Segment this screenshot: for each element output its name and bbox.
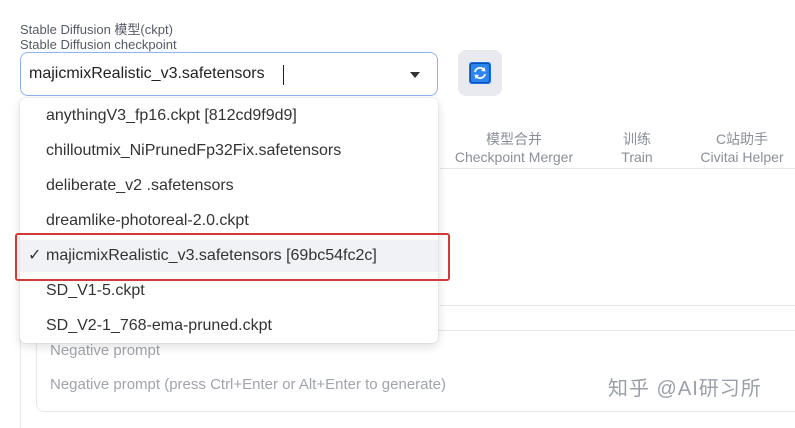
model-label-en: Stable Diffusion checkpoint bbox=[20, 37, 177, 52]
dropdown-item-label: chilloutmix_NiPrunedFp32Fix.safetensors bbox=[46, 142, 342, 159]
dropdown-item-label: SD_V2-1_768-ema-pruned.ckpt bbox=[46, 317, 272, 334]
dropdown-item-deliberate[interactable]: deliberate_v2 .safetensors bbox=[20, 170, 438, 202]
dropdown-arrow-icon[interactable] bbox=[410, 72, 420, 78]
dropdown-item-anythingv3[interactable]: anythingV3_fp16.ckpt [812cd9f9d9] bbox=[20, 100, 438, 132]
dropdown-item-label: deliberate_v2 .safetensors bbox=[46, 177, 234, 194]
negative-prompt-label: Negative prompt bbox=[50, 342, 161, 359]
tab-train[interactable]: 训练 Train bbox=[612, 130, 662, 166]
tab-train-cn: 训练 bbox=[623, 131, 651, 147]
tab-civitai-helper-cn: C站助手 bbox=[715, 131, 769, 147]
tab-checkpoint-merger[interactable]: 模型合并 Checkpoint Merger bbox=[446, 130, 582, 166]
tabs-divider bbox=[440, 168, 795, 169]
selection-highlight-box bbox=[15, 233, 450, 281]
refresh-button[interactable] bbox=[458, 50, 502, 96]
dropdown-item-sd-v2-1[interactable]: SD_V2-1_768-ema-pruned.ckpt bbox=[20, 310, 438, 342]
text-caret bbox=[283, 65, 284, 85]
tab-checkpoint-merger-cn: 模型合并 bbox=[486, 131, 542, 147]
checkpoint-select[interactable]: majicmixRealistic_v3.safetensors bbox=[20, 52, 438, 96]
refresh-icon bbox=[469, 62, 491, 84]
negative-prompt-input[interactable]: Negative prompt (press Ctrl+Enter or Alt… bbox=[50, 376, 446, 393]
watermark: 知乎 @AI研习所 bbox=[608, 378, 762, 400]
tab-checkpoint-merger-en: Checkpoint Merger bbox=[454, 149, 574, 165]
model-label-cn: Stable Diffusion 模型(ckpt) bbox=[20, 22, 173, 37]
checkpoint-select-value[interactable]: majicmixRealistic_v3.safetensors bbox=[29, 65, 265, 83]
tab-train-en: Train bbox=[621, 149, 653, 165]
model-label: Stable Diffusion 模型(ckpt) Stable Diffusi… bbox=[20, 22, 177, 52]
dropdown-item-chilloutmix[interactable]: chilloutmix_NiPrunedFp32Fix.safetensors bbox=[20, 135, 438, 167]
dropdown-item-label: anythingV3_fp16.ckpt [812cd9f9d9] bbox=[46, 107, 297, 124]
tab-civitai-helper[interactable]: C站助手 Civitai Helper bbox=[690, 130, 794, 166]
panel-divider bbox=[440, 305, 795, 306]
checkpoint-dropdown-list: anythingV3_fp16.ckpt [812cd9f9d9] chillo… bbox=[20, 98, 438, 343]
tab-civitai-helper-en: Civitai Helper bbox=[700, 149, 784, 165]
